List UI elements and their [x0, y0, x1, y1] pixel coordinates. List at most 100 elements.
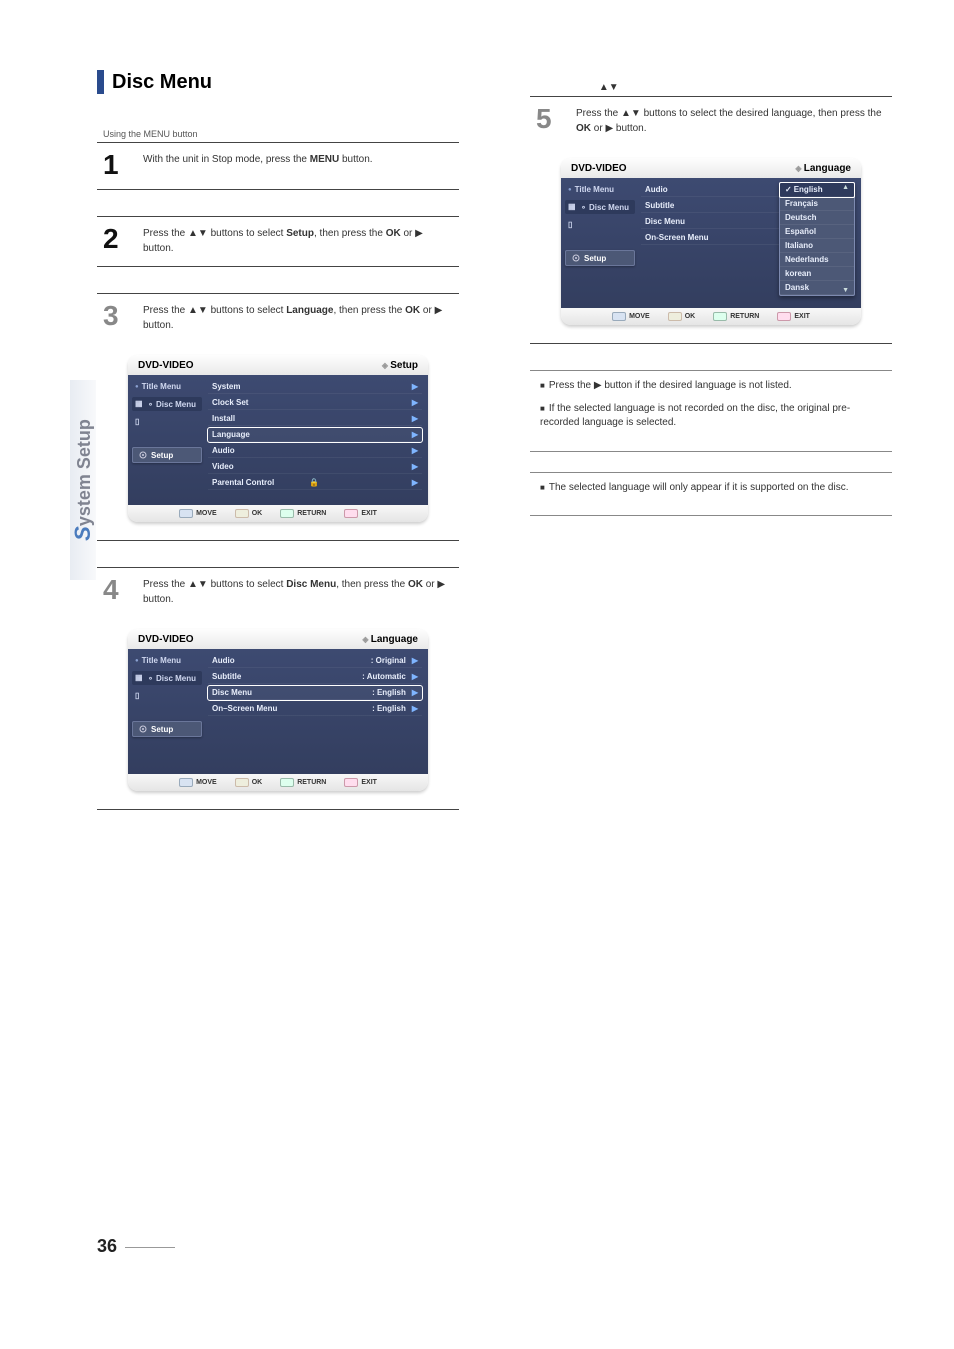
foot-key-move: MOVE — [179, 778, 217, 787]
step5-prelude: spacer spacer▲▼ — [536, 82, 892, 93]
menu-row-language[interactable]: Language▶ — [208, 428, 422, 442]
osd-footer: MOVE OK RETURN EXIT — [561, 308, 861, 325]
step1-hint-label: Using the MENU button — [103, 129, 459, 139]
chevron-right-icon: ▶ — [412, 430, 418, 439]
osd-title-left: DVD-VIDEO — [138, 360, 194, 371]
dropdown-option-espanol[interactable]: Español — [780, 225, 854, 239]
foot-key-exit: EXIT — [777, 312, 810, 321]
sidebar-item-disc-menu[interactable]: ▦∘Disc Menu — [132, 671, 202, 685]
osd-setup-screenshot: DVD-VIDEO Setup ●Title Menu ▦∘Disc Menu … — [128, 355, 428, 522]
sidebar-setup-button[interactable]: Setup — [132, 447, 202, 463]
foot-key-return: RETURN — [280, 778, 326, 787]
dropdown-option-korean[interactable]: korean — [780, 267, 854, 281]
step-text: Press the ▲▼ buttons to select Setup, th… — [143, 227, 453, 256]
arrows-key-icon — [179, 778, 193, 787]
dropdown-option-francais[interactable]: Français — [780, 197, 854, 211]
sidebar-item-disc-menu[interactable]: ▦∘Disc Menu — [565, 200, 635, 214]
right-column: spacer spacer▲▼ 5 Press the ▲▼ buttons t… — [530, 70, 892, 516]
note-bullet-2: ■If the selected language is not recorde… — [530, 402, 892, 439]
sidebar-item-blank[interactable]: ▯ — [565, 218, 635, 232]
dropdown-option-nederlands[interactable]: Nederlands — [780, 253, 854, 267]
foot-key-ok: OK — [235, 509, 263, 518]
sidebar-item-title-menu[interactable]: ●Title Menu — [132, 380, 202, 393]
osd-body: ●Title Menu ▦∘Disc Menu ▯ Setup System▶ … — [128, 375, 428, 505]
card-icon: ▯ — [568, 220, 578, 230]
left-column: Disc Menu Using the MENU button 1 With t… — [97, 70, 459, 810]
foot-key-move: MOVE — [612, 312, 650, 321]
foot-key-move: MOVE — [179, 509, 217, 518]
section-title: Disc Menu — [112, 71, 212, 94]
exit-key-icon — [344, 778, 358, 787]
osd-title-right: Language — [362, 634, 418, 645]
osd-sidebar: ●Title Menu ▦∘Disc Menu ▯ Setup — [128, 649, 206, 774]
return-key-icon — [280, 778, 294, 787]
osd-language-screenshot: DVD-VIDEO Language ●Title Menu ▦∘Disc Me… — [128, 629, 428, 791]
step-text: With the unit in Stop mode, press the ME… — [143, 153, 453, 168]
sidebar-item-blank[interactable]: ▯ — [132, 415, 202, 429]
foot-key-ok: OK — [235, 778, 263, 787]
menu-icon: ▦ — [135, 673, 145, 683]
ok-key-icon — [235, 509, 249, 518]
osd-title-left: DVD-VIDEO — [571, 163, 627, 174]
sidebar-item-disc-menu[interactable]: ▦∘Disc Menu — [132, 397, 202, 411]
osd-sidebar: ●Title Menu ▦∘Disc Menu ▯ Setup — [561, 178, 639, 308]
gear-icon — [571, 253, 581, 263]
step-text: Press the ▲▼ buttons to select Disc Menu… — [143, 578, 453, 607]
osd-title-right: Setup — [382, 360, 418, 371]
sidebar-setup-button[interactable]: Setup — [565, 250, 635, 266]
osd-titlebar: DVD-VIDEO Language — [128, 629, 428, 649]
step-number: 3 — [103, 302, 131, 330]
scroll-down-icon[interactable]: ▼ — [842, 287, 852, 294]
language-dropdown[interactable]: ▲ English Français Deutsch Español Itali… — [779, 182, 855, 296]
menu-row-clock-set[interactable]: Clock Set▶ — [208, 396, 422, 410]
divider — [97, 809, 459, 810]
menu-row-audio[interactable]: Audio▶ — [208, 444, 422, 458]
scroll-up-icon[interactable]: ▲ — [842, 184, 852, 191]
sidebar-item-title-menu[interactable]: ●Title Menu — [132, 654, 202, 667]
step-4: 4 Press the ▲▼ buttons to select Disc Me… — [97, 568, 459, 617]
side-tab-label: System Setup — [70, 419, 96, 541]
return-key-icon — [280, 509, 294, 518]
step-number: 2 — [103, 225, 131, 253]
osd-main: System▶ Clock Set▶ Install▶ Language▶ Au… — [206, 375, 428, 505]
chevron-right-icon: ▶ — [412, 672, 418, 681]
bullet-square-icon: ■ — [540, 404, 545, 413]
menu-row-install[interactable]: Install▶ — [208, 412, 422, 426]
menu-row-audio[interactable]: Audio: Original▶ — [208, 654, 422, 668]
menu-row-system[interactable]: System▶ — [208, 380, 422, 394]
divider — [530, 451, 892, 452]
chevron-right-icon: ▶ — [412, 462, 418, 471]
sidebar-setup-button[interactable]: Setup — [132, 721, 202, 737]
chevron-right-icon: ▶ — [412, 446, 418, 455]
step-1: 1 With the unit in Stop mode, press the … — [97, 143, 459, 189]
step-3: 3 Press the ▲▼ buttons to select Languag… — [97, 294, 459, 343]
menu-row-parental[interactable]: Parental Control🔒▶ — [208, 476, 422, 490]
chevron-right-icon: ▶ — [412, 398, 418, 407]
step-5: 5 Press the ▲▼ buttons to select the des… — [530, 97, 892, 146]
section-header: Disc Menu — [97, 70, 459, 94]
card-icon: ▯ — [135, 691, 145, 701]
title-accent-bar — [97, 70, 104, 94]
bullet-square-icon: ■ — [540, 483, 545, 492]
return-key-icon — [713, 312, 727, 321]
sidebar-item-blank[interactable]: ▯ — [132, 689, 202, 703]
foot-key-exit: EXIT — [344, 778, 377, 787]
exit-key-icon — [777, 312, 791, 321]
menu-row-onscreen-menu[interactable]: On–Screen Menu: English▶ — [208, 702, 422, 716]
osd-titlebar: DVD-VIDEO Language — [561, 158, 861, 178]
osd-language-dropdown-screenshot: DVD-VIDEO Language ●Title Menu ▦∘Disc Me… — [561, 158, 861, 325]
menu-row-video[interactable]: Video▶ — [208, 460, 422, 474]
chevron-right-icon: ▶ — [412, 656, 418, 665]
step-2: 2 Press the ▲▼ buttons to select Setup, … — [97, 217, 459, 266]
dropdown-option-deutsch[interactable]: Deutsch — [780, 211, 854, 225]
step-text: Press the ▲▼ buttons to select Language,… — [143, 304, 453, 333]
chevron-right-icon: ▶ — [412, 414, 418, 423]
menu-row-disc-menu[interactable]: Disc Menu: English▶ — [208, 686, 422, 700]
menu-row-subtitle[interactable]: Subtitle: Automatic▶ — [208, 670, 422, 684]
dropdown-option-italiano[interactable]: Italiano — [780, 239, 854, 253]
sidebar-item-title-menu[interactable]: ●Title Menu — [565, 183, 635, 196]
note-bullet-3: ■The selected language will only appear … — [530, 473, 892, 504]
osd-titlebar: DVD-VIDEO Setup — [128, 355, 428, 375]
divider — [530, 343, 892, 344]
page-number: 36 — [97, 1236, 175, 1257]
